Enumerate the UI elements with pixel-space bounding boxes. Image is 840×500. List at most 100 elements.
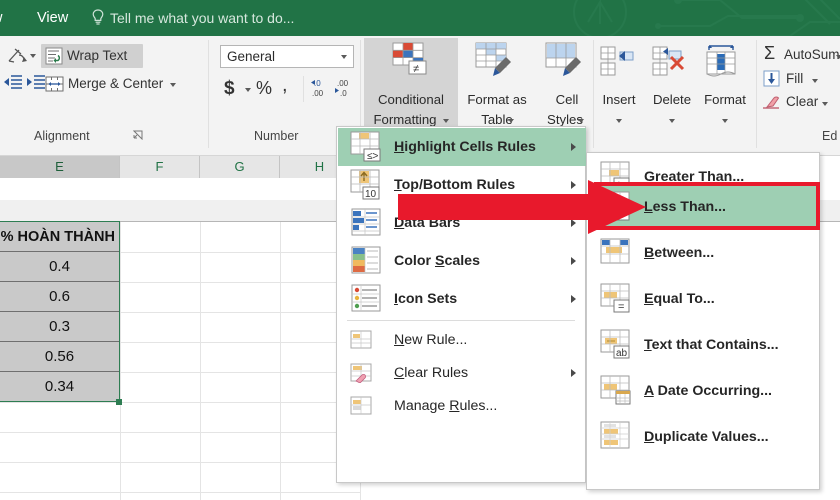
text-contains-icon: ab: [600, 329, 630, 359]
number-format-value: General: [227, 49, 276, 64]
sigma-icon[interactable]: Σ: [764, 43, 775, 64]
decorative-circuit-graphic: [573, 0, 840, 36]
svg-text:=: =: [618, 301, 624, 313]
number-group-label: Number: [254, 129, 299, 143]
menu-item-clear-rules[interactable]: Clear Rules: [338, 356, 586, 389]
submenu-item-label: Between...: [644, 245, 715, 261]
icon-sets-icon: [351, 284, 381, 312]
delete-caret[interactable]: [669, 119, 675, 123]
column-header-F[interactable]: F: [120, 156, 200, 178]
cell-E-1[interactable]: 0.4: [0, 252, 119, 282]
red-pointer-arrow: [398, 180, 646, 234]
group-divider-3: [593, 40, 594, 148]
gridline-h-6: [0, 402, 360, 403]
merge-center-label[interactable]: Merge & Center: [68, 76, 163, 91]
svg-text:10: 10: [365, 189, 377, 200]
submenu-item-between[interactable]: Between...: [588, 231, 820, 275]
menu-item-highlight-cells-rules[interactable]: ≤> Highlight Cells Rules: [338, 128, 586, 166]
currency-icon[interactable]: $: [224, 78, 235, 100]
submenu-item-a-date-occurring[interactable]: A Date Occurring...: [588, 369, 820, 413]
submenu-item-text-that-contains[interactable]: ab Text that Contains...: [588, 323, 820, 367]
menu-item-new-rule[interactable]: New Rule...: [338, 323, 586, 356]
tell-me-search[interactable]: Tell me what you want to do...: [110, 7, 294, 29]
cell-E-5[interactable]: 0.34: [0, 372, 119, 402]
text-orientation-icon[interactable]: [6, 46, 28, 66]
format-as-table-label-1: Format as: [467, 92, 527, 107]
gridline-h-9: [0, 492, 360, 493]
gridline-h-7: [0, 432, 360, 433]
cell-E-3[interactable]: 0.3: [0, 312, 119, 342]
autosum-label[interactable]: AutoSum: [784, 47, 840, 62]
menu-separator: [347, 320, 575, 321]
delete-cells-icon[interactable]: [652, 46, 686, 78]
ribbon-tab-bar: w View Tell me what you want to do...: [0, 0, 840, 36]
svg-text:.0: .0: [340, 89, 347, 98]
cell-styles-label-1: Cell: [555, 92, 579, 107]
between-icon: [600, 238, 630, 264]
delete-label: Delete: [652, 92, 692, 107]
merge-center-caret[interactable]: [170, 83, 176, 87]
orientation-dropdown-caret[interactable]: [30, 54, 36, 58]
format-as-table-icon[interactable]: [475, 42, 517, 82]
insert-caret[interactable]: [616, 119, 622, 123]
submenu-item-duplicate-values[interactable]: Duplicate Values...: [588, 415, 820, 459]
cell-E-2[interactable]: 0.6: [0, 282, 119, 312]
conditional-formatting-label-2: Formatting: [373, 112, 437, 127]
clear-label[interactable]: Clear: [786, 94, 818, 109]
svg-text:ab: ab: [616, 348, 628, 359]
alignment-dialog-launcher[interactable]: [133, 130, 143, 140]
column-header-G[interactable]: G: [200, 156, 280, 178]
cell-E-4[interactable]: 0.56: [0, 342, 119, 372]
increase-indent-icon[interactable]: [26, 74, 46, 92]
menu-item-color-scales[interactable]: Color Scales: [338, 242, 586, 280]
decrease-decimal-icon[interactable]: .00 .0: [334, 77, 356, 99]
tab-review[interactable]: w: [0, 6, 2, 30]
submenu-item-label: Greater Than...: [644, 169, 745, 185]
merge-center-icon[interactable]: [45, 76, 64, 92]
tab-view[interactable]: View: [37, 6, 68, 30]
menu-item-label: Clear Rules: [394, 364, 469, 381]
submenu-arrow-icon: [571, 143, 576, 151]
clear-caret[interactable]: [822, 102, 828, 106]
fill-down-icon[interactable]: [763, 70, 780, 87]
insert-label: Insert: [602, 92, 636, 107]
eraser-icon[interactable]: [761, 94, 781, 112]
submenu-item-equal-to[interactable]: = Equal To...: [588, 277, 820, 321]
format-caret[interactable]: [722, 119, 728, 123]
percent-icon[interactable]: %: [256, 78, 272, 99]
currency-caret[interactable]: [245, 88, 251, 92]
comma-style-icon[interactable]: ,: [282, 74, 288, 97]
cell-styles-icon[interactable]: [545, 42, 587, 82]
gridline-v-3: [280, 222, 281, 500]
conditional-formatting-caret[interactable]: [443, 119, 449, 123]
number-inner-divider: [303, 76, 304, 102]
insert-cells-icon[interactable]: [600, 46, 634, 78]
conditional-formatting-icon: ≠: [392, 42, 427, 75]
number-format-select[interactable]: General: [220, 45, 354, 68]
cell-E-header[interactable]: % HOÀN THÀNH: [0, 222, 119, 252]
increase-decimal-icon[interactable]: .0 .00: [310, 77, 332, 99]
format-as-table-caret[interactable]: [508, 119, 514, 123]
format-cells-icon[interactable]: [704, 44, 738, 78]
clear-rules-icon: [350, 363, 372, 383]
gridline-v-2: [200, 222, 201, 500]
submenu-arrow-icon: [571, 368, 576, 377]
date-occurring-icon: [600, 375, 631, 405]
wrap-text-icon: [45, 47, 63, 65]
fill-caret[interactable]: [812, 79, 818, 83]
column-header-E[interactable]: E: [0, 156, 120, 178]
fill-label[interactable]: Fill: [786, 71, 803, 86]
excel-window: w View Tell me what you want to do...: [0, 0, 840, 500]
menu-item-icon-sets[interactable]: Icon Sets: [338, 280, 586, 318]
cell-styles-caret[interactable]: [578, 119, 584, 123]
manage-rules-icon: [350, 396, 372, 414]
new-rule-icon: [350, 330, 372, 348]
autosum-caret[interactable]: [836, 55, 840, 59]
selection-fill-handle[interactable]: [116, 399, 122, 405]
lightbulb-icon: [92, 9, 104, 25]
menu-item-manage-rules[interactable]: Manage Rules...: [338, 389, 586, 422]
format-as-table-label-2: Table: [481, 112, 513, 127]
number-format-caret[interactable]: [341, 55, 347, 59]
menu-item-label: Manage Rules...: [394, 397, 498, 414]
decrease-indent-icon[interactable]: [3, 74, 23, 92]
